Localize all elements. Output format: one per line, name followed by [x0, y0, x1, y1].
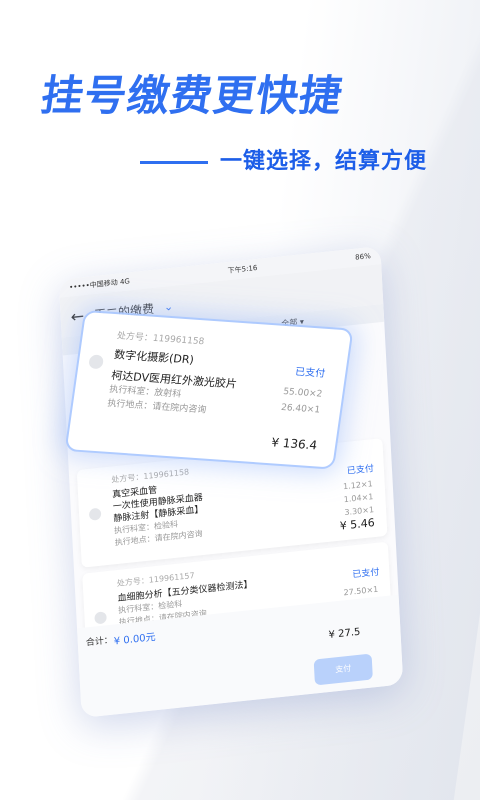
item-total: ¥ 136.4	[270, 435, 319, 453]
highlighted-card[interactable]: 处方号：119961158 数字化摄影(DR) 柯达DV医用红外激光胶片 执行科…	[66, 312, 352, 468]
status-badge: 已支付	[294, 366, 326, 380]
chevron-down-icon[interactable]: ⌄	[164, 299, 174, 313]
pay-button[interactable]: 支付	[313, 653, 373, 686]
price-list: 55.00×2 26.40×1	[280, 384, 323, 418]
sum-label: 合计：	[85, 635, 114, 649]
subline-text: 一键选择，结算方便	[220, 149, 428, 174]
item-total: ¥ 27.5	[328, 626, 361, 641]
subline: 一键选择，结算方便	[140, 143, 427, 175]
dash-decoration	[140, 160, 208, 164]
checkbox-icon[interactable]	[94, 611, 107, 625]
battery: 86%	[354, 252, 371, 262]
clock: 下午5:16	[227, 263, 258, 276]
back-arrow-icon[interactable]: ←	[70, 306, 84, 326]
price: 26.40×1	[280, 402, 321, 416]
price-list: 1.12×1 1.04×1 3.30×1	[343, 477, 375, 519]
checkbox-icon[interactable]	[88, 507, 102, 521]
item-total: ¥ 5.46	[339, 516, 376, 533]
sum-value: ¥ 0.00元	[113, 632, 156, 648]
headline: 挂号缴费更快捷	[38, 71, 347, 120]
checkbox-icon[interactable]	[88, 354, 105, 370]
